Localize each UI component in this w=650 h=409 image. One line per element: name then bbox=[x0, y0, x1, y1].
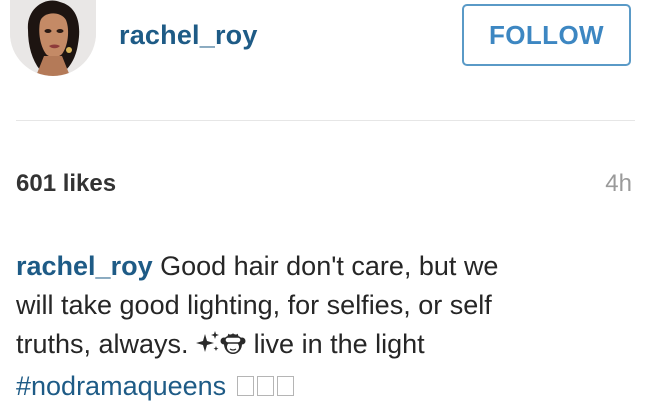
unrendered-glyphs bbox=[234, 371, 294, 401]
caption-hashtag[interactable]: #nodramaqueens bbox=[16, 371, 226, 401]
post-caption: rachel_roy Good hair don't care, but we … bbox=[16, 247, 636, 406]
unrendered-glyph bbox=[256, 376, 274, 396]
unrendered-glyph bbox=[276, 376, 294, 396]
caption-text-line3-suffix: live in the light bbox=[246, 329, 425, 359]
profile-photo-icon bbox=[10, 0, 96, 76]
divider bbox=[16, 120, 635, 121]
caption-text-line2: will take good lighting, for selfies, or… bbox=[16, 290, 492, 320]
unrendered-glyph bbox=[236, 376, 254, 396]
post-timestamp: 4h bbox=[605, 170, 632, 197]
avatar[interactable] bbox=[10, 0, 96, 76]
caption-username[interactable]: rachel_roy bbox=[16, 251, 153, 281]
caption-text-line1: Good hair don't care, but we bbox=[152, 251, 499, 281]
likes-count[interactable]: 601 likes bbox=[16, 170, 116, 198]
caption-text-line3-prefix: truths, always. bbox=[16, 329, 197, 359]
post-header: rachel_roy FOLLOW bbox=[0, 0, 650, 95]
header-username[interactable]: rachel_roy bbox=[119, 20, 258, 51]
sparkles-icon bbox=[196, 328, 220, 367]
follow-button[interactable]: FOLLOW bbox=[462, 4, 631, 66]
see-no-evil-monkey-icon bbox=[220, 328, 246, 367]
